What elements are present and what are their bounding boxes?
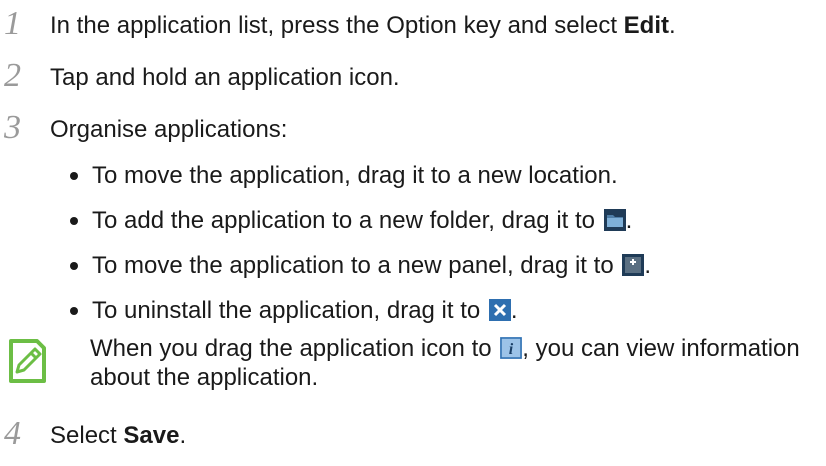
step-text: Tap and hold an application icon.: [50, 64, 400, 91]
bullet-text-part: .: [644, 252, 651, 279]
bullet-text: To add the application to a new folder, …: [92, 205, 632, 237]
folder-icon: [603, 209, 626, 231]
bullet-dot: [70, 217, 78, 225]
step-text: In the application list, press the Optio…: [50, 10, 676, 42]
bullet-dot: [70, 172, 78, 180]
bullet-text-part: To move the application to a new panel, …: [92, 252, 621, 279]
bullet-text: To uninstall the application, drag it to…: [92, 295, 518, 327]
bullet-text: To move the application, drag it to a ne…: [92, 162, 618, 189]
info-icon: i: [500, 337, 523, 359]
bullet-text-part: To add the application to a new folder, …: [92, 207, 602, 234]
note-text-part: When you drag the application icon to: [90, 335, 499, 362]
step-number: 4: [4, 415, 21, 452]
new-panel-icon: [622, 254, 645, 276]
step-text-part: Select: [50, 422, 124, 449]
uninstall-icon: [488, 299, 511, 321]
bullet-text-part: .: [625, 207, 633, 234]
edit-label: Edit: [623, 12, 669, 39]
step-text-part: In the application list, press the Optio…: [50, 12, 624, 39]
step-text-part: .: [668, 12, 676, 39]
bullet-dot: [70, 307, 78, 315]
step-number: 3: [4, 109, 21, 146]
step-text: Select Save.: [50, 420, 186, 452]
svg-text:i: i: [509, 341, 514, 358]
step-number: 2: [4, 57, 21, 94]
manual-page: 1 In the application list, press the Opt…: [0, 0, 826, 466]
save-label: Save: [123, 422, 180, 449]
note-pencil-icon: [6, 338, 48, 384]
step-number: 1: [4, 5, 21, 42]
bullet-dot: [70, 262, 78, 270]
bullet-text: To move the application to a new panel, …: [92, 250, 651, 282]
bullet-text-part: To uninstall the application, drag it to: [92, 297, 487, 324]
note-text: When you drag the application icon to i,…: [90, 334, 820, 392]
step-text: Organise applications:: [50, 116, 288, 143]
bullet-text-part: .: [510, 297, 518, 324]
step-text-part: .: [179, 422, 187, 449]
